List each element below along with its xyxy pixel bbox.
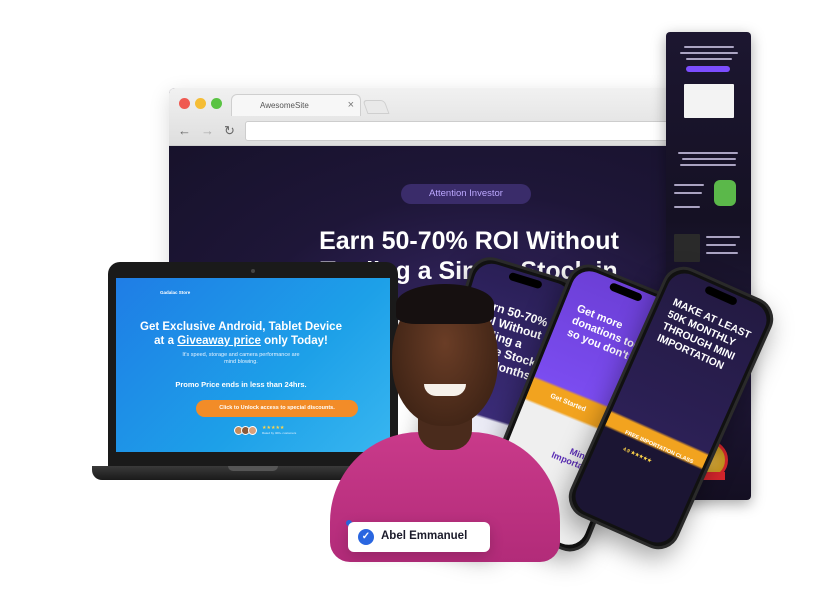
showcase-stage: AwesomeSite × ← → ↻ Attention Investor E…	[0, 0, 835, 608]
customer-avatars	[234, 426, 260, 435]
person-hair	[396, 284, 494, 324]
address-bar[interactable]	[245, 121, 689, 141]
reload-icon[interactable]: ↻	[224, 123, 235, 139]
webcam-icon	[251, 269, 255, 273]
phone-importation-headline: MAKE AT LEAST 50K MONTHLY THROUGH MINI I…	[655, 296, 753, 373]
preview-text-line	[680, 164, 736, 166]
laptop-subtext: It's speed, storage and camera performan…	[182, 352, 300, 365]
preview-text-line	[674, 184, 704, 186]
promo-text: Promo Price ends in less than 24hrs.	[175, 380, 307, 389]
new-tab-button[interactable]	[362, 100, 390, 114]
laptop-headline: Get Exclusive Android, Tablet Device at …	[136, 320, 346, 348]
preview-screenshot	[684, 84, 734, 118]
browser-chrome: AwesomeSite × ← → ↻	[169, 88, 689, 146]
person-smile	[424, 384, 466, 396]
avatar	[248, 426, 257, 435]
headline-line-1: Get Exclusive Android, Tablet Device	[140, 321, 342, 333]
store-logo: Gadalac Store	[160, 290, 191, 295]
preview-text-line	[706, 236, 740, 238]
headline-part-a: at a	[154, 335, 174, 347]
preview-text-line	[678, 152, 738, 154]
person-photo	[330, 282, 560, 562]
browser-tab[interactable]: AwesomeSite ×	[231, 94, 361, 116]
laptop-hinge-notch	[228, 466, 278, 471]
preview-button	[686, 66, 730, 72]
name-tag: ✓ Abel Emmanuel	[348, 522, 490, 552]
verified-check-icon: ✓	[358, 529, 374, 545]
preview-text-line	[674, 192, 702, 194]
giveaway-price-link[interactable]: Giveaway price	[177, 335, 261, 347]
maximize-window-button[interactable]	[211, 98, 222, 109]
preview-text-line	[680, 52, 738, 54]
preview-screenshot	[674, 234, 700, 262]
phone-rating: 4.9 ★★★★★	[621, 446, 653, 465]
forward-arrow-icon[interactable]: →	[201, 123, 214, 138]
preview-text-line	[682, 158, 736, 160]
minimize-window-button[interactable]	[195, 98, 206, 109]
close-tab-icon[interactable]: ×	[348, 99, 354, 111]
back-arrow-icon[interactable]: ←	[178, 123, 191, 138]
preview-text-line	[684, 46, 734, 48]
headline-line-2: at a Giveaway price only Today!	[136, 334, 346, 348]
preview-text-line	[706, 252, 738, 254]
headline-part-b: only Today!	[264, 335, 328, 347]
rating-text: Rated by 400+ customers	[262, 431, 297, 435]
preview-text-line	[686, 58, 732, 60]
attention-pill: Attention Investor	[401, 184, 531, 204]
browser-tab-title: AwesomeSite	[260, 101, 309, 110]
money-illustration	[714, 180, 736, 206]
close-window-button[interactable]	[179, 98, 190, 109]
hero-line-1: Earn 50-70% ROI Without	[319, 227, 619, 255]
preview-text-line	[706, 244, 736, 246]
person-name: Abel Emmanuel	[381, 530, 468, 542]
preview-text-line	[674, 206, 700, 208]
